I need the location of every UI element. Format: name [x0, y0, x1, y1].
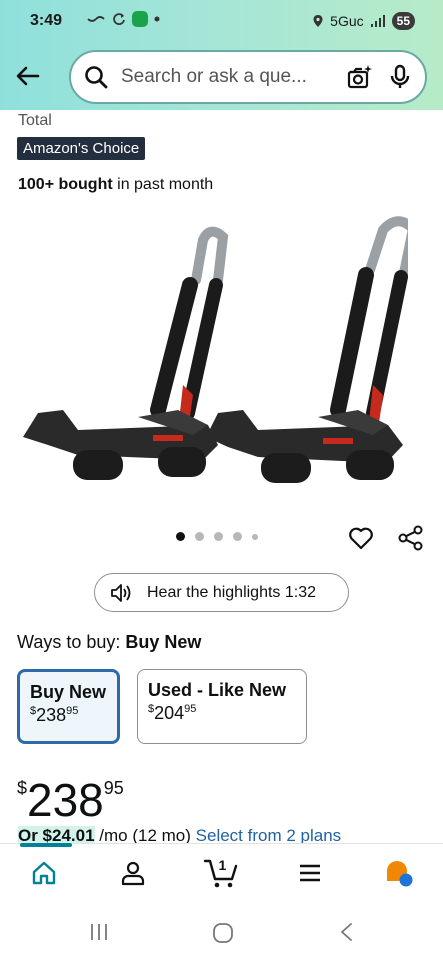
buy-new-title: Buy New [30, 682, 107, 702]
heart-icon[interactable] [347, 524, 375, 552]
sync-icon [113, 13, 125, 25]
purchase-count-rest: in past month [112, 176, 214, 193]
image-carousel-dots[interactable] [176, 532, 258, 541]
nav-account[interactable] [113, 853, 153, 893]
back-arrow-icon[interactable] [12, 60, 44, 92]
account-icon [121, 861, 144, 885]
app-notification-icon [132, 11, 148, 27]
status-bar: 3:49 5Guc 55 [0, 0, 443, 44]
used-dollars: 204 [154, 703, 185, 723]
hear-highlights-label: Hear the highlights 1:32 [147, 583, 316, 601]
share-icon[interactable] [397, 524, 425, 552]
cart-count-badge: 1 [218, 856, 227, 873]
carousel-dot[interactable] [252, 533, 258, 540]
search-input[interactable]: Search or ask a que... [121, 66, 339, 88]
ways-to-buy-prefix: Ways to buy: [17, 632, 126, 652]
system-back-icon[interactable] [336, 921, 358, 943]
dot-icon [154, 16, 160, 22]
used-cents: 95 [184, 703, 197, 715]
bottom-navigation: 1 [0, 843, 443, 901]
kayak-rack-left [23, 226, 229, 480]
amazons-choice-badge[interactable]: Amazon's Choice [17, 137, 146, 160]
buy-new-option[interactable]: Buy New $23895 [17, 669, 120, 744]
home-active-indicator [20, 843, 72, 847]
price-cents: 95 [103, 778, 124, 798]
price-dollars: 238 [27, 774, 104, 826]
network-label: 5Guc [330, 13, 364, 29]
home-icon [33, 861, 56, 884]
rufus-assistant-icon [386, 860, 413, 886]
wave-icon [87, 16, 105, 22]
buy-new-cents: 95 [66, 705, 79, 717]
buy-new-dollars: 238 [36, 705, 67, 725]
home-button-icon[interactable] [211, 921, 235, 945]
nav-home[interactable] [24, 853, 64, 893]
product-price: $23895 [17, 760, 124, 828]
status-system-icons: 5Guc 55 [312, 12, 415, 30]
used-like-new-price: $20495 [148, 703, 296, 724]
signal-icon [370, 15, 385, 27]
camera-search-icon[interactable] [345, 63, 373, 91]
nav-rufus[interactable] [379, 853, 419, 893]
microphone-icon[interactable] [387, 64, 413, 90]
nav-cart[interactable]: 1 [201, 853, 241, 893]
buy-new-price: $23895 [30, 705, 107, 726]
used-like-new-title: Used - Like New [148, 680, 287, 700]
carousel-dot[interactable] [176, 532, 185, 541]
battery-indicator: 55 [391, 12, 415, 30]
used-like-new-option[interactable]: Used - Like New $20495 [137, 669, 307, 744]
price-currency: $ [17, 778, 28, 798]
status-time: 3:49 [30, 12, 63, 29]
speaker-icon [111, 583, 131, 602]
carousel-dot[interactable] [233, 532, 242, 541]
product-image[interactable] [18, 205, 408, 510]
carousel-dot[interactable] [195, 532, 204, 541]
nav-menu[interactable] [290, 853, 330, 893]
menu-icon [300, 864, 321, 881]
purchase-count-bold: 100+ bought [18, 176, 113, 193]
search-bar[interactable]: Search or ask a que... [69, 50, 427, 104]
ways-to-buy-heading: Ways to buy: Buy New [17, 632, 201, 653]
recent-apps-icon[interactable] [88, 921, 110, 943]
carousel-dot[interactable] [214, 532, 223, 541]
kayak-rack-right [206, 216, 408, 483]
system-navigation-bar [0, 901, 443, 960]
location-icon [313, 15, 323, 27]
search-icon [85, 66, 108, 89]
total-label: Total [18, 112, 52, 129]
ways-to-buy-selected: Buy New [125, 632, 202, 652]
hear-highlights-button[interactable]: Hear the highlights 1:32 [94, 573, 349, 612]
purchase-count: 100+ bought in past month [18, 176, 213, 194]
status-notification-icons [86, 11, 160, 27]
